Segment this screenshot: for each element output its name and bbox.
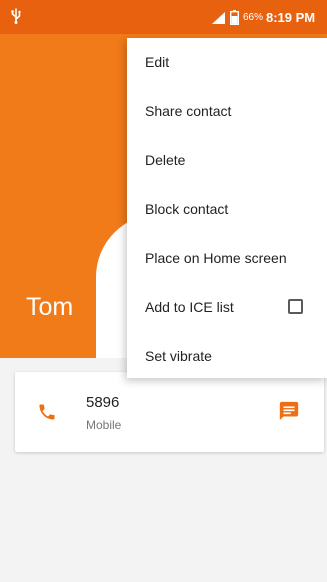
menu-item-label: Set vibrate [145,348,212,364]
call-icon[interactable] [37,402,57,422]
clock: 8:19 PM [266,10,316,25]
menu-item-place-on-home-screen[interactable]: Place on Home screen [127,234,327,283]
phone-number-type: Mobile [86,418,122,432]
battery-percent: 66% [243,12,264,23]
ice-list-checkbox[interactable] [288,299,303,314]
message-icon[interactable] [278,400,300,422]
menu-item-share-contact[interactable]: Share contact [127,87,327,136]
signal-icon [212,12,225,24]
status-bar: 66% 8:19 PM [0,0,327,34]
menu-item-label: Place on Home screen [145,250,287,266]
menu-item-edit[interactable]: Edit [127,38,327,87]
battery-icon [230,10,239,25]
menu-item-label: Delete [145,152,186,168]
menu-item-set-vibrate[interactable]: Set vibrate [127,332,327,381]
phone-number: 5896 [86,394,120,411]
menu-item-label: Block contact [145,201,229,217]
menu-item-label: Edit [145,54,170,70]
phone-number-card[interactable]: 5896 Mobile [15,372,324,452]
menu-item-label: Share contact [145,103,232,119]
contact-name: Tom [26,293,74,321]
overflow-menu: Edit Share contact Delete Block contact … [127,38,327,378]
menu-item-delete[interactable]: Delete [127,136,327,185]
menu-item-add-to-ice-list[interactable]: Add to ICE list [127,283,327,332]
menu-item-block-contact[interactable]: Block contact [127,185,327,234]
usb-icon [11,8,21,24]
menu-item-label: Add to ICE list [145,299,234,315]
